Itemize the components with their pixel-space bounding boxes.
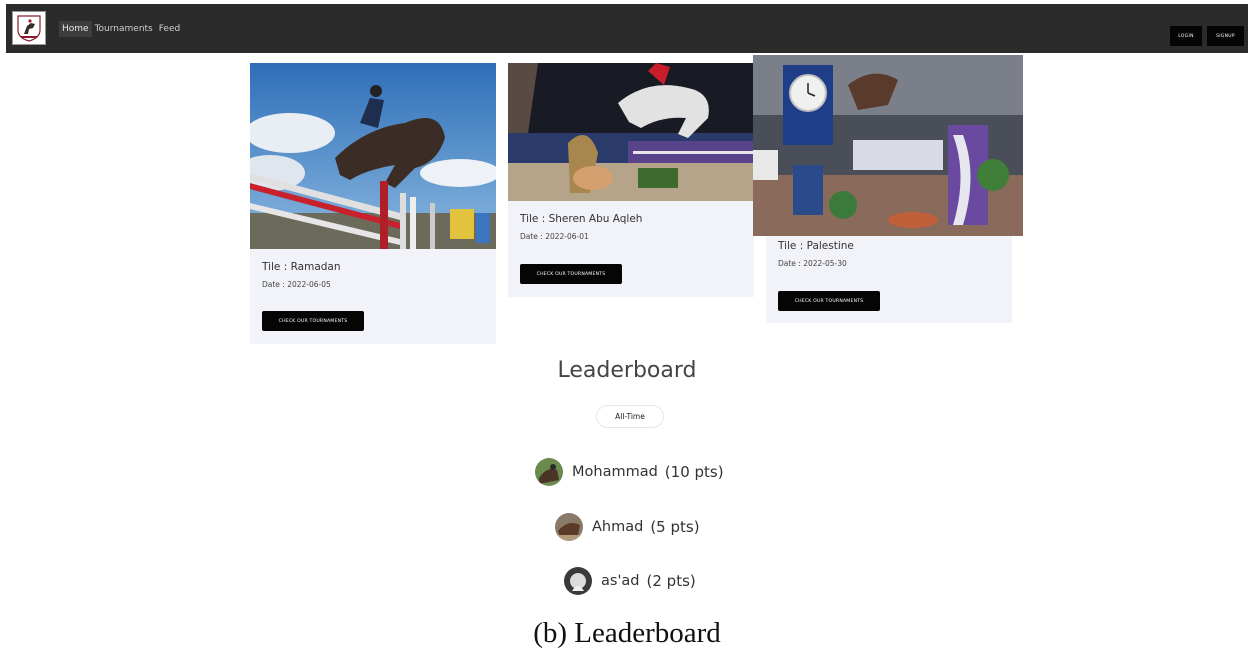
card-title: Tile : Sheren Abu Aqleh [520, 213, 643, 225]
card-title: Tile : Palestine [778, 240, 854, 252]
card-image-longines-arena [753, 55, 1023, 236]
player-points: (5 pts) [650, 518, 700, 536]
avatar [555, 513, 583, 541]
nav-link-tournaments[interactable]: Tournaments [92, 21, 156, 37]
player-points: (10 pts) [664, 463, 724, 481]
signup-button[interactable]: SIGNUP [1207, 26, 1244, 46]
tournament-card-sheren-abu-aqleh: Tile : Sheren Abu Aqleh Date : 2022-06-0… [508, 63, 754, 297]
avatar [535, 458, 563, 486]
card-title: Tile : Ramadan [262, 261, 341, 273]
leaderboard-entry: as'ad (2 pts) [564, 566, 696, 596]
nav-links: Home Tournaments Feed [59, 21, 183, 37]
player-name: as'ad [601, 573, 640, 589]
figure-caption: (b) Leaderboard [533, 617, 721, 649]
check-tournaments-button[interactable]: CHECK OUR TOURNAMENTS [262, 311, 364, 331]
nav-link-home[interactable]: Home [59, 21, 92, 37]
navbar: Home Tournaments Feed LOGIN SIGNUP [6, 4, 1248, 53]
player-points: (2 pts) [646, 572, 696, 590]
card-date: Date : 2022-05-30 [778, 259, 847, 268]
leaderboard-entry: Mohammad (10 pts) [535, 457, 724, 487]
player-name: Mohammad [572, 464, 658, 480]
leaderboard-title: Leaderboard [557, 358, 697, 383]
avatar [564, 567, 592, 595]
leaderboard-entry: Ahmad (5 pts) [555, 512, 700, 542]
check-tournaments-button[interactable]: CHECK OUR TOURNAMENTS [520, 264, 622, 284]
check-tournaments-button[interactable]: CHECK OUR TOURNAMENTS [778, 291, 880, 311]
card-date: Date : 2022-06-05 [262, 280, 331, 289]
tournament-card-ramadan: Tile : Ramadan Date : 2022-06-05 CHECK O… [250, 63, 496, 344]
card-image-arena-jump [508, 63, 754, 201]
login-button[interactable]: LOGIN [1170, 26, 1202, 46]
logo[interactable] [12, 11, 46, 45]
player-name: Ahmad [592, 519, 644, 535]
card-image-horse-jump [250, 63, 496, 249]
nav-link-feed[interactable]: Feed [156, 21, 183, 37]
card-date: Date : 2022-06-01 [520, 232, 589, 241]
all-time-filter[interactable]: All-Time [596, 405, 664, 428]
